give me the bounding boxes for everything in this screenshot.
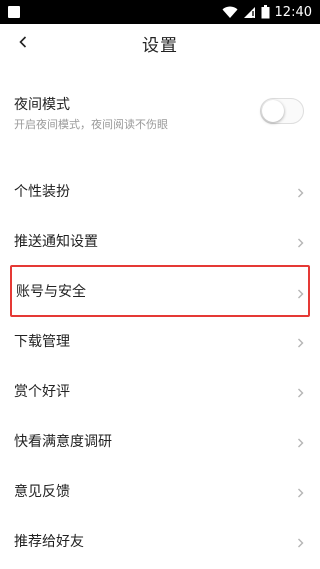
notification-icon [8,6,20,18]
battery-icon [261,5,270,19]
chevron-right-icon [297,234,304,253]
wifi-icon [222,6,238,19]
chevron-right-icon [297,484,304,503]
menu-item-download-management[interactable]: 下载管理 [0,316,320,366]
chevron-right-icon [297,384,304,403]
back-button[interactable] [18,24,48,62]
night-mode-title: 夜间模式 [14,97,70,113]
chevron-right-icon [297,334,304,353]
menu-item-recommend-friends[interactable]: 推荐给好友 [0,516,320,566]
menu-item-label: 个性装扮 [14,184,70,200]
menu-item-label: 账号与安全 [16,284,86,300]
chevron-right-icon [297,285,304,304]
chevron-right-icon [297,434,304,453]
page-title: 设置 [142,35,178,56]
status-time: 12:40 [274,4,312,20]
menu-item-personalize[interactable]: 个性装扮 [0,166,320,216]
status-bar: 12:40 [0,0,320,24]
menu-item-label: 推荐给好友 [14,534,84,550]
chevron-right-icon [297,534,304,553]
menu-item-rate-app[interactable]: 赏个好评 [0,366,320,416]
menu-item-label: 推送通知设置 [14,234,98,250]
menu-item-label: 意见反馈 [14,484,70,500]
menu-item-label: 快看满意度调研 [14,434,112,450]
chevron-right-icon [297,184,304,203]
night-mode-row: 夜间模式 开启夜间模式，夜间阅读不伤眼 [0,86,320,138]
menu-item-label: 赏个好评 [14,384,70,400]
signal-icon [243,6,256,19]
toggle-knob [262,100,284,122]
night-mode-subtitle: 开启夜间模式，夜间阅读不伤眼 [14,118,168,131]
menu-item-account-security[interactable]: 账号与安全 [10,265,310,317]
settings-menu: 个性装扮 推送通知设置 账号与安全 下载管理 赏个好评 快看满意度调研 意见反馈… [0,166,320,566]
night-mode-toggle[interactable] [260,98,304,124]
menu-item-satisfaction-survey[interactable]: 快看满意度调研 [0,416,320,466]
menu-item-feedback[interactable]: 意见反馈 [0,466,320,516]
menu-item-push-notifications[interactable]: 推送通知设置 [0,216,320,266]
navigation-bar: 设置 [0,24,320,62]
chevron-left-icon [18,34,28,53]
menu-item-label: 下载管理 [14,334,70,350]
